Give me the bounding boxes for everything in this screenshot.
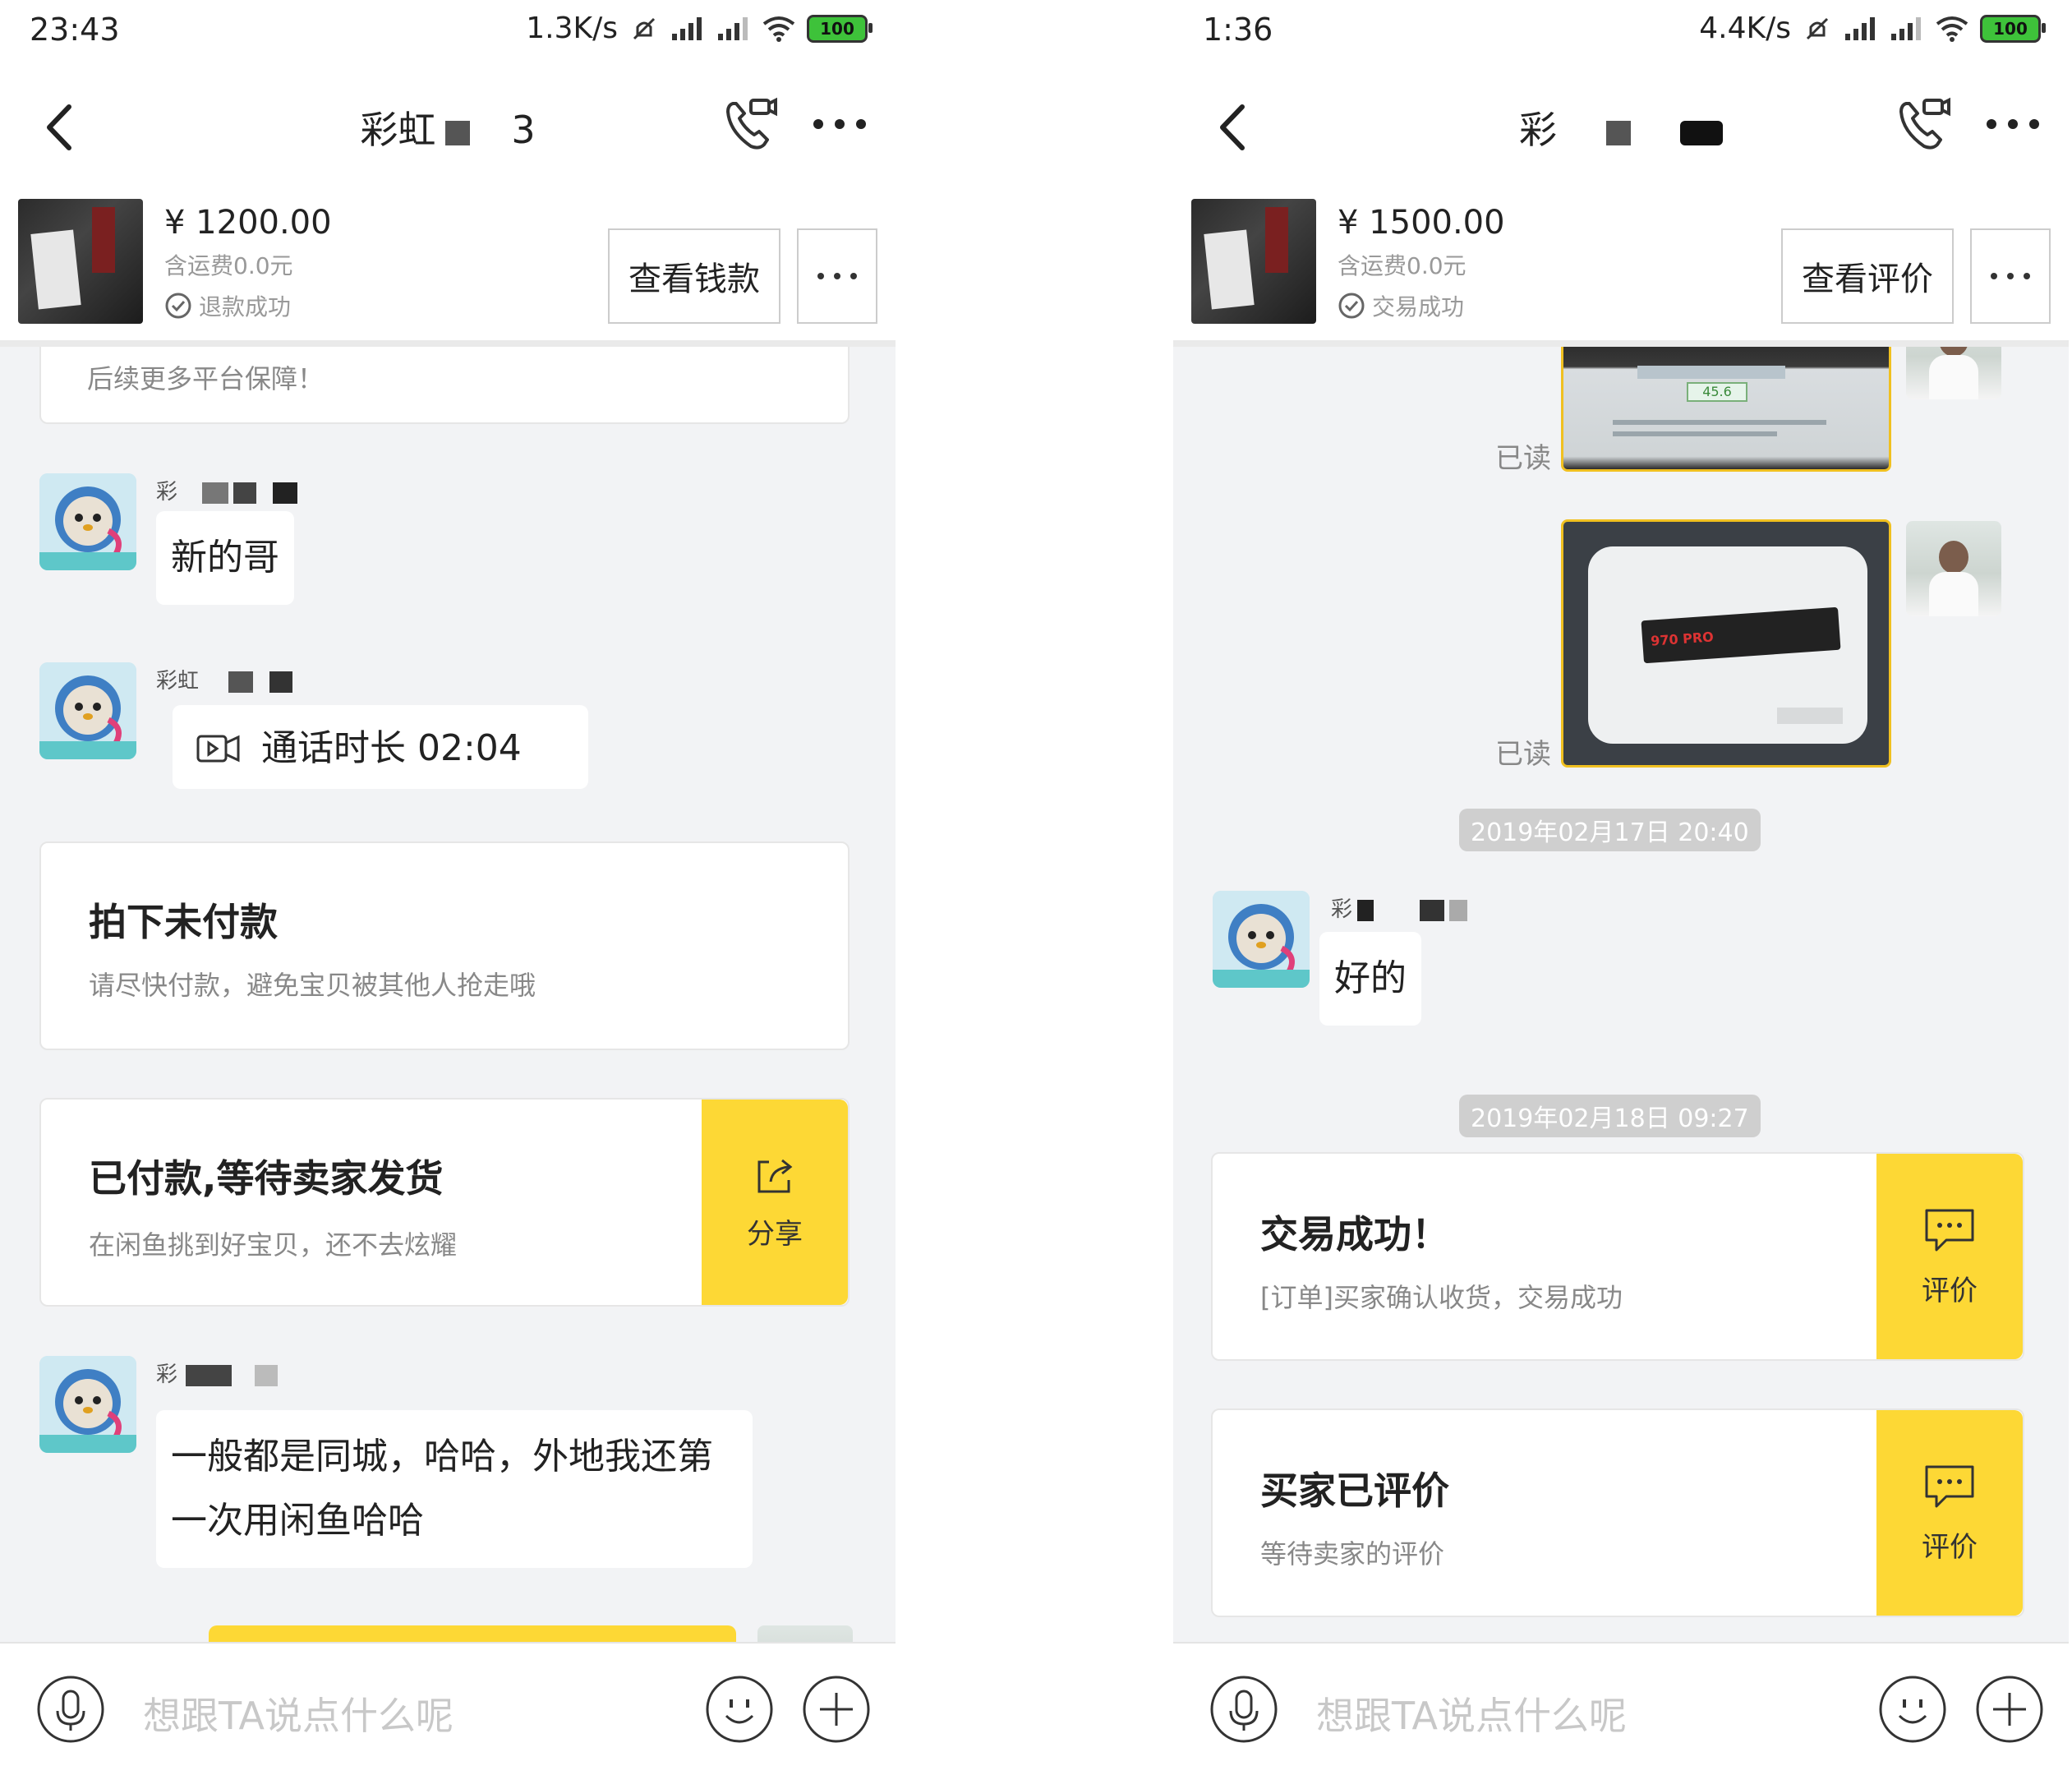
product-price: ¥ 1500.00 (1338, 204, 1505, 242)
sender-name: 彩 (1331, 892, 1468, 923)
video-call-icon (196, 735, 240, 763)
shipping-fee: 含运费0.0元 (1338, 252, 1467, 279)
avatar[interactable] (39, 662, 136, 759)
product-more-button[interactable] (797, 228, 877, 324)
wifi-icon (762, 16, 795, 42)
read-receipt: 已读 (1495, 738, 1551, 771)
signal-icon (718, 16, 748, 40)
review-button[interactable]: 评价 (1876, 1410, 2023, 1616)
check-circle-icon (1338, 293, 1365, 319)
call-icon[interactable] (721, 95, 780, 154)
avatar[interactable] (39, 1356, 136, 1453)
message-bubble: 一般都是同城，哈哈，外地我还第一次用闲鱼哈哈 (156, 1410, 753, 1568)
mute-icon (633, 17, 656, 39)
call-record-bubble[interactable]: 通话时长 02:04 (173, 705, 588, 789)
more-icon[interactable] (807, 104, 873, 145)
more-icon[interactable] (1980, 104, 2046, 145)
network-speed: 4.4K/s (1699, 12, 1791, 45)
self-avatar[interactable] (1906, 347, 2001, 399)
plus-icon[interactable] (1975, 1675, 2044, 1744)
order-card-reviewed[interactable]: 买家已评价 等待卖家的评价 评价 (1211, 1408, 2024, 1617)
more-icon (817, 273, 857, 279)
view-money-button[interactable]: 查看钱款 (608, 228, 780, 324)
network-speed: 1.3K/s (526, 12, 618, 45)
guarantee-card: 后续更多平台保障！ (39, 347, 850, 424)
chat-area[interactable]: 后续更多平台保障！ 彩 新的哥 彩虹 通话时长 02:04 拍下未付款 请尽快付… (0, 347, 896, 1658)
product-thumbnail[interactable] (1191, 199, 1316, 324)
product-price: ¥ 1200.00 (164, 204, 332, 242)
mute-icon (1806, 17, 1829, 39)
right-screenshot: 1:36 4.4K/s 100 彩 ¥ 1500.00 含运费0.0元 交易成功… (1173, 0, 2069, 1775)
message-bubble: 新的哥 (156, 511, 294, 605)
order-card-unpaid[interactable]: 拍下未付款 请尽快付款，避免宝贝被其他人抢走哦 (39, 841, 850, 1050)
signal-icon (1891, 16, 1921, 40)
sender-name: 彩 (156, 1358, 279, 1388)
signal-icon (1845, 16, 1875, 40)
order-status: 退款成功 (164, 289, 291, 322)
emoji-icon[interactable] (1878, 1675, 1947, 1744)
nav-bar: 彩 (1173, 67, 2069, 182)
comment-icon (1925, 1209, 1974, 1251)
message-input[interactable]: 想跟TA说点什么呢 (1316, 1686, 1627, 1740)
share-button[interactable]: 分享 (702, 1100, 848, 1305)
redaction (445, 120, 471, 145)
redaction (1606, 120, 1631, 145)
call-icon[interactable] (1895, 95, 1954, 154)
read-receipt: 已读 (1495, 442, 1551, 475)
sent-photo-ssd[interactable]: 970 PRO (1561, 519, 1891, 768)
order-card-success[interactable]: 交易成功！ [订单]买家确认收货，交易成功 评价 (1211, 1152, 2024, 1361)
order-card-paid[interactable]: 已付款,等待卖家发货 在闲鱼挑到好宝贝，还不去炫耀 分享 (39, 1098, 850, 1307)
shipping-fee: 含运费0.0元 (164, 252, 293, 279)
timestamp: 2019年02月17日 20:40 (1459, 809, 1761, 851)
redaction (1680, 120, 1723, 145)
microphone-icon[interactable] (36, 1675, 105, 1744)
order-status: 交易成功 (1338, 289, 1464, 322)
message-bubble: 好的 (1319, 932, 1421, 1026)
share-icon (757, 1159, 793, 1192)
sent-photo-screen[interactable]: 45.6 (1561, 347, 1891, 472)
product-thumbnail[interactable] (18, 199, 143, 324)
timestamp: 2019年02月18日 09:27 (1459, 1095, 1761, 1137)
product-more-button[interactable] (1970, 228, 2051, 324)
check-circle-icon (165, 293, 191, 319)
avatar[interactable] (1213, 891, 1310, 988)
left-screenshot: 23:43 1.3K/s 100 彩虹 3 ¥ 1200.00 含运费0.0元 退… (0, 0, 896, 1775)
review-button[interactable]: 评价 (1876, 1154, 2023, 1359)
avatar[interactable] (39, 473, 136, 570)
sender-name: 彩 (156, 475, 298, 505)
battery-icon: 100 (807, 14, 873, 43)
microphone-icon[interactable] (1209, 1675, 1278, 1744)
input-bar: 想跟TA说点什么呢 (0, 1642, 896, 1775)
product-header: ¥ 1500.00 含运费0.0元 交易成功 查看评价 (1173, 182, 2069, 347)
self-avatar[interactable] (1906, 521, 2001, 616)
plus-icon[interactable] (802, 1675, 871, 1744)
comment-icon (1925, 1465, 1974, 1507)
status-bar: 23:43 1.3K/s 100 (0, 0, 896, 67)
view-review-button[interactable]: 查看评价 (1781, 228, 1954, 324)
wifi-icon (1936, 16, 1968, 42)
input-bar: 想跟TA说点什么呢 (1173, 1642, 2069, 1775)
chat-area[interactable]: 已读 45.6 已读 970 PRO 2019年02月17日 20:40 彩 好… (1173, 347, 2069, 1658)
status-time: 1:36 (1203, 12, 1273, 48)
nav-bar: 彩虹 3 (0, 67, 896, 182)
product-header: ¥ 1200.00 含运费0.0元 退款成功 查看钱款 (0, 182, 896, 347)
battery-icon: 100 (1980, 14, 2046, 43)
message-input[interactable]: 想跟TA说点什么呢 (143, 1686, 454, 1740)
signal-icon (672, 16, 702, 40)
status-time: 23:43 (30, 12, 120, 48)
more-icon (1991, 273, 2030, 279)
sender-name: 彩虹 (156, 664, 293, 694)
emoji-icon[interactable] (705, 1675, 774, 1744)
status-bar: 1:36 4.4K/s 100 (1173, 0, 2069, 67)
